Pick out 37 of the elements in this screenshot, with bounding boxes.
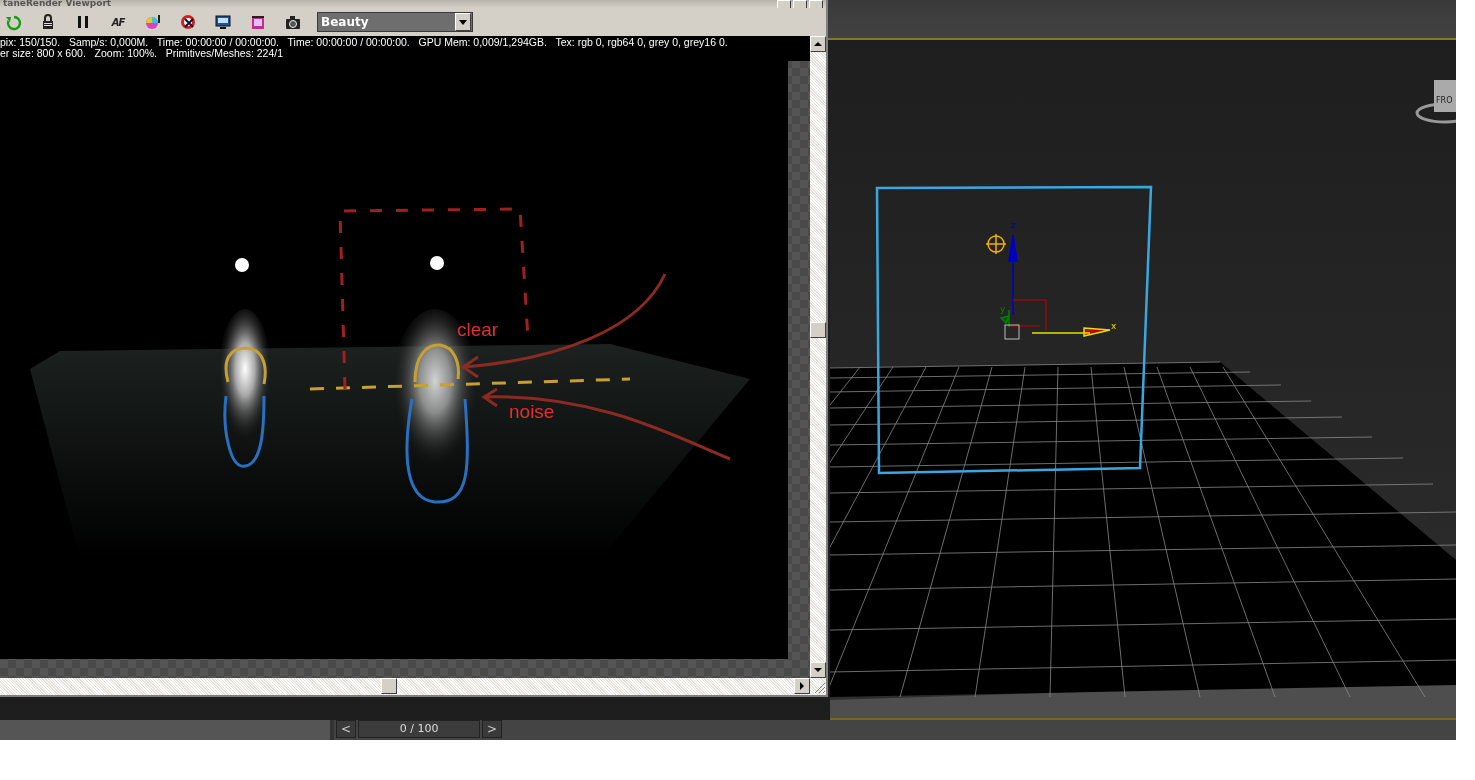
camera-button[interactable] [284,13,302,31]
up-arrow-icon [814,41,822,47]
close-button[interactable] [809,0,823,8]
scroll-right-button[interactable] [794,678,810,694]
target-icon [985,233,1007,255]
pivot-box [1004,324,1020,340]
axis-label: x [1111,321,1117,331]
light-dot [430,256,444,270]
caret-icon [459,19,467,25]
frame-counter[interactable]: 0 / 100 [358,720,481,738]
prev-frame-button[interactable]: < [336,720,357,738]
highlight-outline-stroke [413,343,460,383]
light-dot [235,258,249,272]
annotation-label: clear [457,319,499,340]
scroll-down-button[interactable] [810,662,826,678]
scroll-up-button[interactable] [810,36,826,52]
window-title: taneRender Viewport [3,0,112,8]
annotation-label: noise [509,401,555,422]
pass-dropdown[interactable]: Beauty [317,12,473,32]
clear-button[interactable] [179,13,197,31]
axis-label: y [1000,304,1006,314]
monitor-button[interactable] [214,13,232,31]
axis-label: z [1011,220,1016,230]
highlight-outline-stroke [224,346,267,385]
maximize-button[interactable] [793,0,807,8]
color-button[interactable] [144,13,162,31]
y-axis-arrow [1000,309,1011,328]
viewcube-drawing [1415,80,1456,124]
focus-button[interactable]: AF [109,13,127,31]
minimize-button[interactable] [777,0,791,8]
next-frame-button[interactable]: > [482,720,503,738]
down-arrow-icon [814,667,822,673]
right-arrow-icon [799,682,805,690]
scrollbar-thumb[interactable] [810,322,826,338]
plane-handle-drawing [1008,299,1047,331]
scrollbar-thumb[interactable] [381,678,397,694]
film-button[interactable] [249,13,267,31]
